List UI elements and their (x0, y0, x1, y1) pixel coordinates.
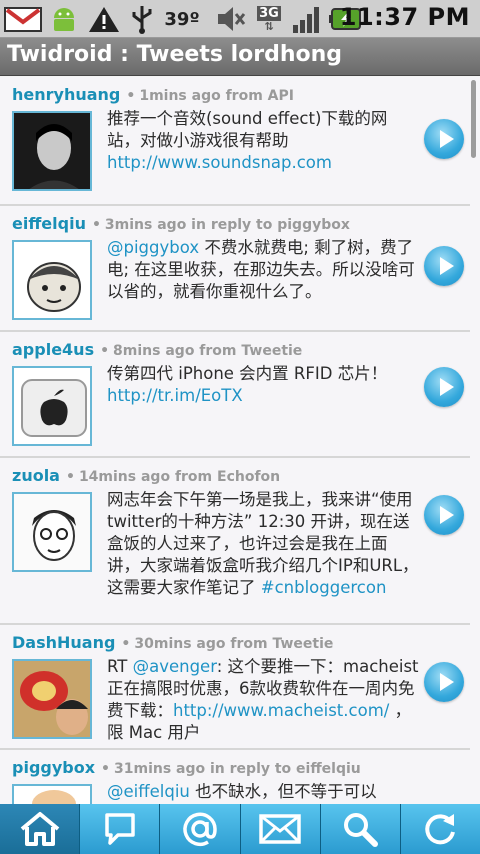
avatar[interactable] (12, 366, 92, 446)
mail-icon (259, 814, 301, 844)
tweet-username[interactable]: eiffelqiu (12, 214, 86, 233)
tab-direct-messages[interactable] (240, 804, 320, 854)
avatar[interactable] (12, 784, 92, 804)
tweet-username[interactable]: piggybox (12, 758, 95, 777)
signal-icon (290, 4, 324, 34)
tweet-text: 传第四代 iPhone 会内置 RFID 芯片！http://tr.im/EoT… (107, 364, 388, 405)
tweet-meta: 14mins ago from Echofon (78, 469, 281, 485)
android-icon (46, 4, 82, 34)
tweet-meta: 1mins ago from API (139, 88, 294, 104)
tweet-timeline[interactable]: henryhuang • 1mins ago from API 推荐一个音效(sou… (0, 77, 480, 804)
refresh-icon (425, 814, 456, 845)
tweet-play-button[interactable] (424, 495, 464, 535)
avatar[interactable] (12, 492, 92, 572)
tweet-play-button[interactable] (424, 367, 464, 407)
tweet-text: 网志年会下午第一场是我上，我来讲“使用twitter的十种方法” 12:30 开… (107, 490, 419, 597)
warning-icon (86, 4, 122, 34)
search-icon (344, 813, 379, 847)
tweet-item[interactable]: eiffelqiu • 3mins ago in reply to piggybox… (0, 206, 470, 332)
tweet-text: 推荐一个音效(sound effect)下载的网站，对做小游戏很有帮助 http… (107, 109, 388, 172)
tweet-hashtag[interactable]: #cnbloggercon (261, 578, 387, 597)
tweet-play-button[interactable] (424, 662, 464, 702)
scrollbar[interactable] (471, 80, 476, 158)
tweet-meta: 3mins ago in reply to piggybox (104, 217, 350, 233)
tweet-header: henryhuang • 1mins ago from API (12, 85, 294, 104)
tweet-text: @eiffelqiu 也不缺水，但不等于可以 (107, 782, 377, 801)
tweet-item[interactable]: piggybox • 31mins ago in reply to eiffelqi… (0, 750, 470, 804)
mute-icon (214, 4, 248, 34)
tweet-header: zuola • 14mins ago from Echofon (12, 466, 281, 485)
tweet-mention[interactable]: @eiffelqiu (107, 782, 190, 801)
tweet-item[interactable]: DashHuang • 30mins ago from Tweetie RT @av… (0, 625, 470, 750)
at-mention-icon (183, 812, 217, 847)
tweet-text: RT @avenger: 这个要推一下：macheist正在搞限时优惠，6款收费… (107, 657, 419, 742)
usb-icon (126, 4, 158, 34)
title-bar: Twidroid : Tweets lordhong (0, 38, 480, 76)
tweet-item[interactable]: zuola • 14mins ago from Echofon 网志年会下午第一场是… (0, 458, 470, 625)
tweet-link[interactable]: http://tr.im/EoTX (107, 386, 243, 405)
tweet-header: piggybox • 31mins ago in reply to eiffelqi… (12, 758, 361, 777)
tweet-item[interactable]: apple4us • 8mins ago from Tweetie 传第四代 iPh… (0, 332, 470, 458)
gmail-icon (2, 4, 44, 34)
home-icon (20, 812, 59, 846)
tab-refresh[interactable] (400, 804, 480, 854)
tweet-username[interactable]: zuola (12, 466, 60, 485)
tweet-meta: 8mins ago from Tweetie (113, 343, 303, 359)
tweet-text: @piggybox 不费水就费电; 剩了树，费了电; 在这里收获，在那边失去。所… (107, 238, 415, 301)
tab-mentions[interactable] (160, 804, 240, 854)
page-title: Twidroid : Tweets lordhong (7, 42, 343, 67)
tweet-link[interactable]: http://www.macheist.com/ (173, 701, 389, 720)
tweet-mention[interactable]: @piggybox (107, 238, 199, 257)
avatar[interactable] (12, 659, 92, 739)
clock: 11:37 PM (339, 3, 470, 31)
tweet-play-button[interactable] (424, 246, 464, 286)
status-bar: 39º 3G ⇅ 11:37 PM (0, 0, 480, 38)
tweet-mention[interactable]: @avenger (133, 657, 217, 676)
network-type-text: 3G (257, 5, 281, 21)
tab-search[interactable] (320, 804, 400, 854)
temperature-text: 39º (164, 8, 200, 30)
tweet-play-button[interactable] (424, 119, 464, 159)
avatar[interactable] (12, 111, 92, 191)
tweet-link[interactable]: http://www.soundsnap.com (107, 153, 332, 172)
tweet-item[interactable]: henryhuang • 1mins ago from API 推荐一个音效(sou… (0, 77, 470, 206)
tweet-header: eiffelqiu • 3mins ago in reply to piggybox (12, 214, 350, 233)
tweet-header: DashHuang • 30mins ago from Tweetie (12, 633, 334, 652)
tweet-username[interactable]: apple4us (12, 340, 94, 359)
avatar[interactable] (12, 240, 92, 320)
message-icon (105, 813, 135, 845)
3g-icon: 3G ⇅ (257, 5, 281, 33)
bottom-tab-bar (0, 804, 480, 854)
tweet-username[interactable]: DashHuang (12, 633, 115, 652)
tweet-header: apple4us • 8mins ago from Tweetie (12, 340, 303, 359)
tab-home[interactable] (0, 804, 80, 854)
tab-messages[interactable] (80, 804, 160, 854)
tweet-meta: 30mins ago from Tweetie (134, 636, 334, 652)
tweet-username[interactable]: henryhuang (12, 85, 120, 104)
tweet-meta: 31mins ago in reply to eiffelqiu (114, 761, 361, 777)
